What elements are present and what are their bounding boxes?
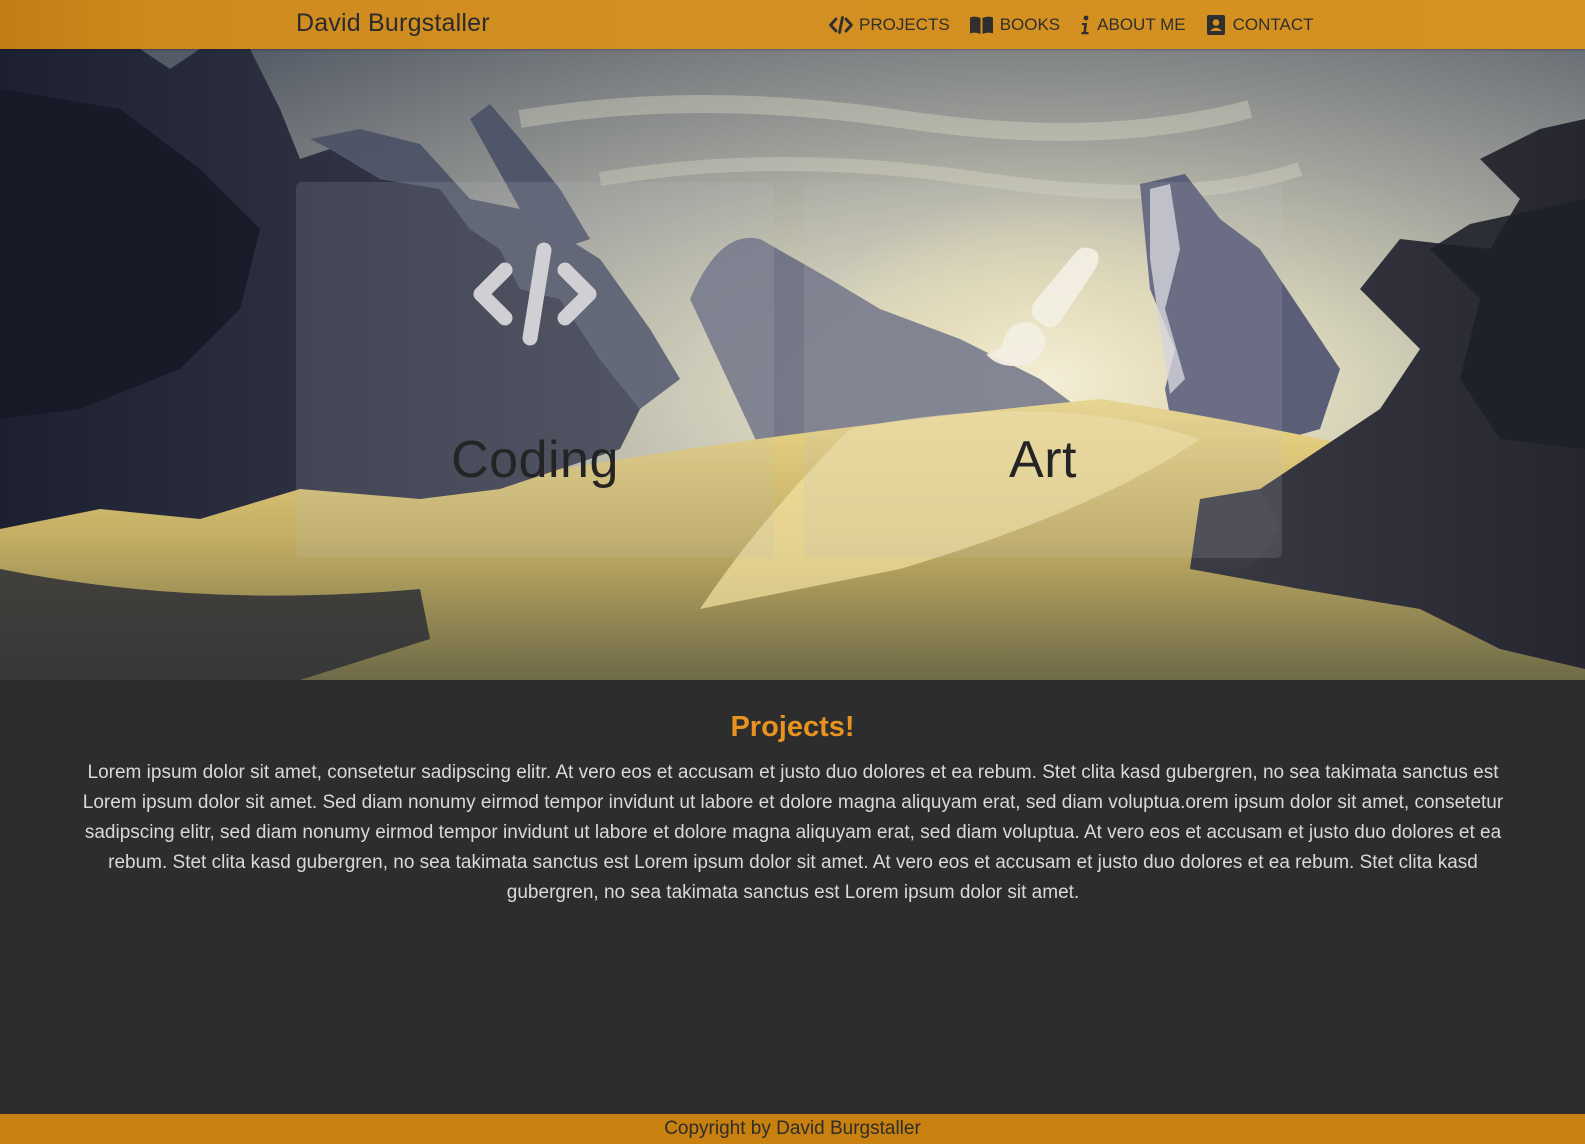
site-brand[interactable]: David Burgstaller — [296, 9, 490, 38]
book-icon — [969, 15, 994, 35]
nav-item-contact[interactable]: CONTACT — [1205, 14, 1314, 36]
art-card[interactable]: Art — [804, 182, 1282, 558]
projects-description: Lorem ipsum dolor sit amet, consetetur s… — [82, 762, 1504, 903]
hero-banner: Coding Art — [0, 49, 1585, 680]
nav-label-contact: CONTACT — [1232, 15, 1314, 34]
main-nav: PROJECTS BOOKS ABOUT ME CONTACT — [829, 12, 1333, 38]
contact-card-icon — [1205, 14, 1227, 36]
nav-item-about-me[interactable]: ABOUT ME — [1079, 15, 1186, 35]
coding-card[interactable]: Coding — [296, 182, 774, 558]
projects-section: Projects! Lorem ipsum dolor sit amet, co… — [0, 680, 1585, 1114]
nav-label-about-me: ABOUT ME — [1097, 15, 1186, 34]
nav-item-projects[interactable]: PROJECTS — [829, 15, 950, 35]
top-navbar: David Burgstaller PROJECTS BOOKS ABOUT M… — [0, 0, 1585, 49]
coding-card-title: Coding — [451, 431, 619, 489]
code-icon — [829, 16, 853, 34]
art-card-title: Art — [1009, 431, 1077, 489]
info-icon — [1079, 15, 1091, 35]
nav-label-projects: PROJECTS — [859, 15, 950, 34]
copyright-text: Copyright by David Burgstaller — [664, 1118, 921, 1139]
nav-label-books: BOOKS — [999, 15, 1061, 34]
canyon-landscape-illustration — [0, 49, 1585, 680]
projects-heading: Projects! — [730, 711, 855, 743]
footer: Copyright by David Burgstaller — [0, 1114, 1585, 1144]
paint-brush-icon — [804, 242, 1282, 372]
code-icon — [296, 242, 774, 346]
nav-item-books[interactable]: BOOKS — [969, 15, 1060, 35]
